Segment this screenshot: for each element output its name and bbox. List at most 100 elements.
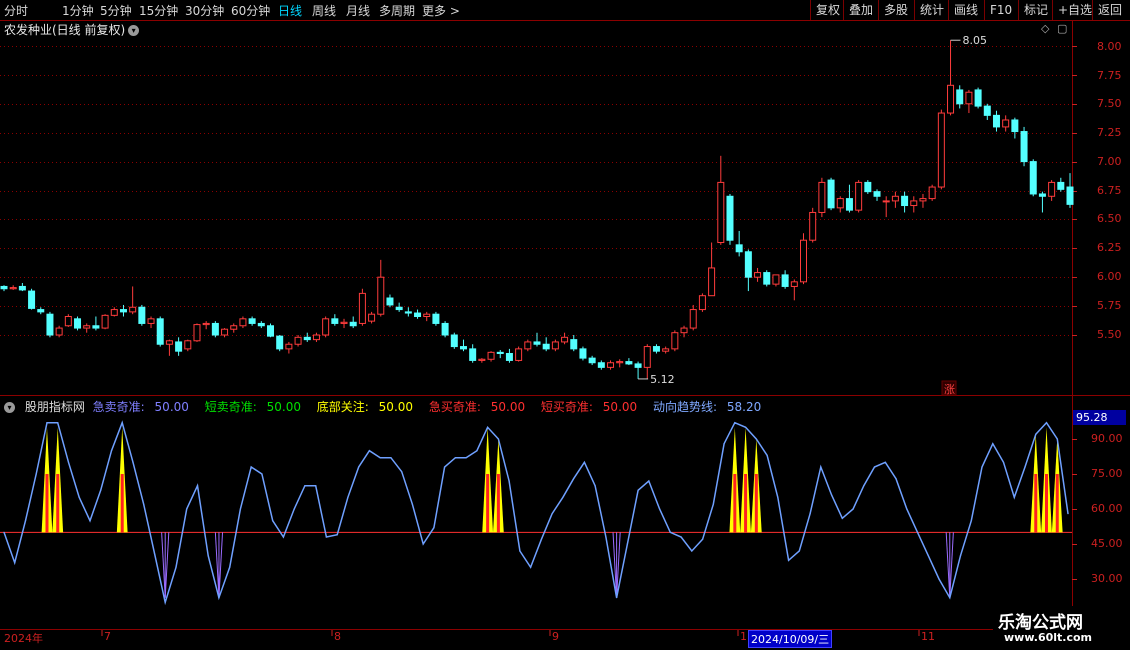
trend-point [164,601,166,603]
candle-body [358,292,366,324]
trend-point [573,478,575,480]
trend-point [873,466,876,468]
trend-point [841,517,843,519]
candle-body [0,285,8,290]
candle-body [248,318,256,324]
candle-body [37,309,45,313]
candle-body [1048,181,1056,197]
candle-body [386,297,394,306]
candle-body [64,316,72,327]
trend-point [583,461,585,463]
trend-point [89,520,91,522]
candle-body [735,244,743,253]
legend-item: 急买奇准: 50.00 [428,400,526,414]
low-annotation: 5.12 [650,373,675,386]
indicator-name: 股朋指标网 [24,400,85,414]
signal-bar-sell [164,532,170,598]
trend-point [787,559,790,561]
price-tick: 6.50 [1097,212,1122,225]
candle-body [404,311,412,314]
trend-point [1067,513,1069,515]
candle-body [616,361,624,364]
candle-body [368,313,376,322]
chart-canvas: 8.05 5.12 涨 [0,20,1130,636]
trend-point [798,550,800,552]
candle-body [974,89,982,107]
candle-body [221,328,229,336]
candle-body [1038,193,1046,197]
trend-point [1013,496,1015,498]
trend-point [3,531,5,533]
trend-point [884,461,886,463]
indicator-tick: 60.00 [1091,502,1123,515]
trend-point [250,466,252,468]
candle-body [156,318,164,345]
price-tick: 7.75 [1097,69,1122,82]
trend-point [959,555,962,557]
price-tick: 8.00 [1097,40,1122,53]
trend-point [444,466,446,468]
candle-body [175,341,183,352]
trend-point [777,496,779,498]
indicator-tick: 75.00 [1091,467,1123,480]
candle-body [634,363,642,368]
trend-point [895,478,897,480]
trend-point [863,485,865,487]
candle-body [570,339,578,350]
candle-body [423,313,431,318]
chevron-down-icon[interactable]: ▾ [4,402,15,413]
candle-body [55,327,63,336]
candle-body [469,348,477,361]
legend-item: 短买奇准: 50.00 [540,400,638,414]
trend-point [1035,433,1037,435]
candle-body [165,340,173,345]
candle-body [790,281,798,287]
watermark-url: www.60lt.com [1004,631,1093,644]
candle-body [83,325,91,329]
high-annotation: 8.05 [963,34,988,47]
x-axis-label: 9 [552,630,559,643]
x-axis-label: 1 [740,630,747,643]
trend-point [121,422,123,424]
candle-body [414,312,422,318]
trend-point [938,578,940,580]
trend-point [809,513,811,515]
trend-point [637,489,639,491]
trend-point [411,503,414,505]
trend-point [616,597,618,599]
trend-point [562,496,564,498]
signal-bar-buy [496,474,500,533]
x-axis-label: 2024年 [4,632,43,645]
signal-bar-buy [1055,474,1059,533]
candle-body [744,251,752,278]
candle-body [487,351,495,360]
trend-point [454,457,456,459]
candle-body [910,200,918,207]
price-tick: 6.25 [1097,241,1122,254]
candle-body [689,309,697,329]
trend-point [820,466,822,468]
candle-body [331,318,339,324]
candle-body [827,179,835,209]
trend-point [1045,422,1048,424]
candle-body [312,334,320,341]
indicator-tick: 30.00 [1091,572,1123,585]
candle-body [763,272,771,285]
trend-point [487,426,489,428]
trend-point [680,536,682,538]
indicator-tick: 90.00 [1091,432,1123,445]
candle-body [92,325,100,329]
trend-point [669,531,671,533]
trend-point [658,508,661,510]
x-axis-label: 8 [334,630,341,643]
trend-point [830,494,833,496]
candle-body [855,181,863,211]
trend-point [508,480,510,482]
candle-body [919,198,927,202]
trend-point [229,566,231,568]
signal-bar-buy [486,474,490,533]
indicator-tick: 45.00 [1091,537,1123,550]
legend-item: 动向趋势线: 58.20 [652,400,762,414]
trend-point [970,520,972,522]
candle-body [607,362,615,368]
